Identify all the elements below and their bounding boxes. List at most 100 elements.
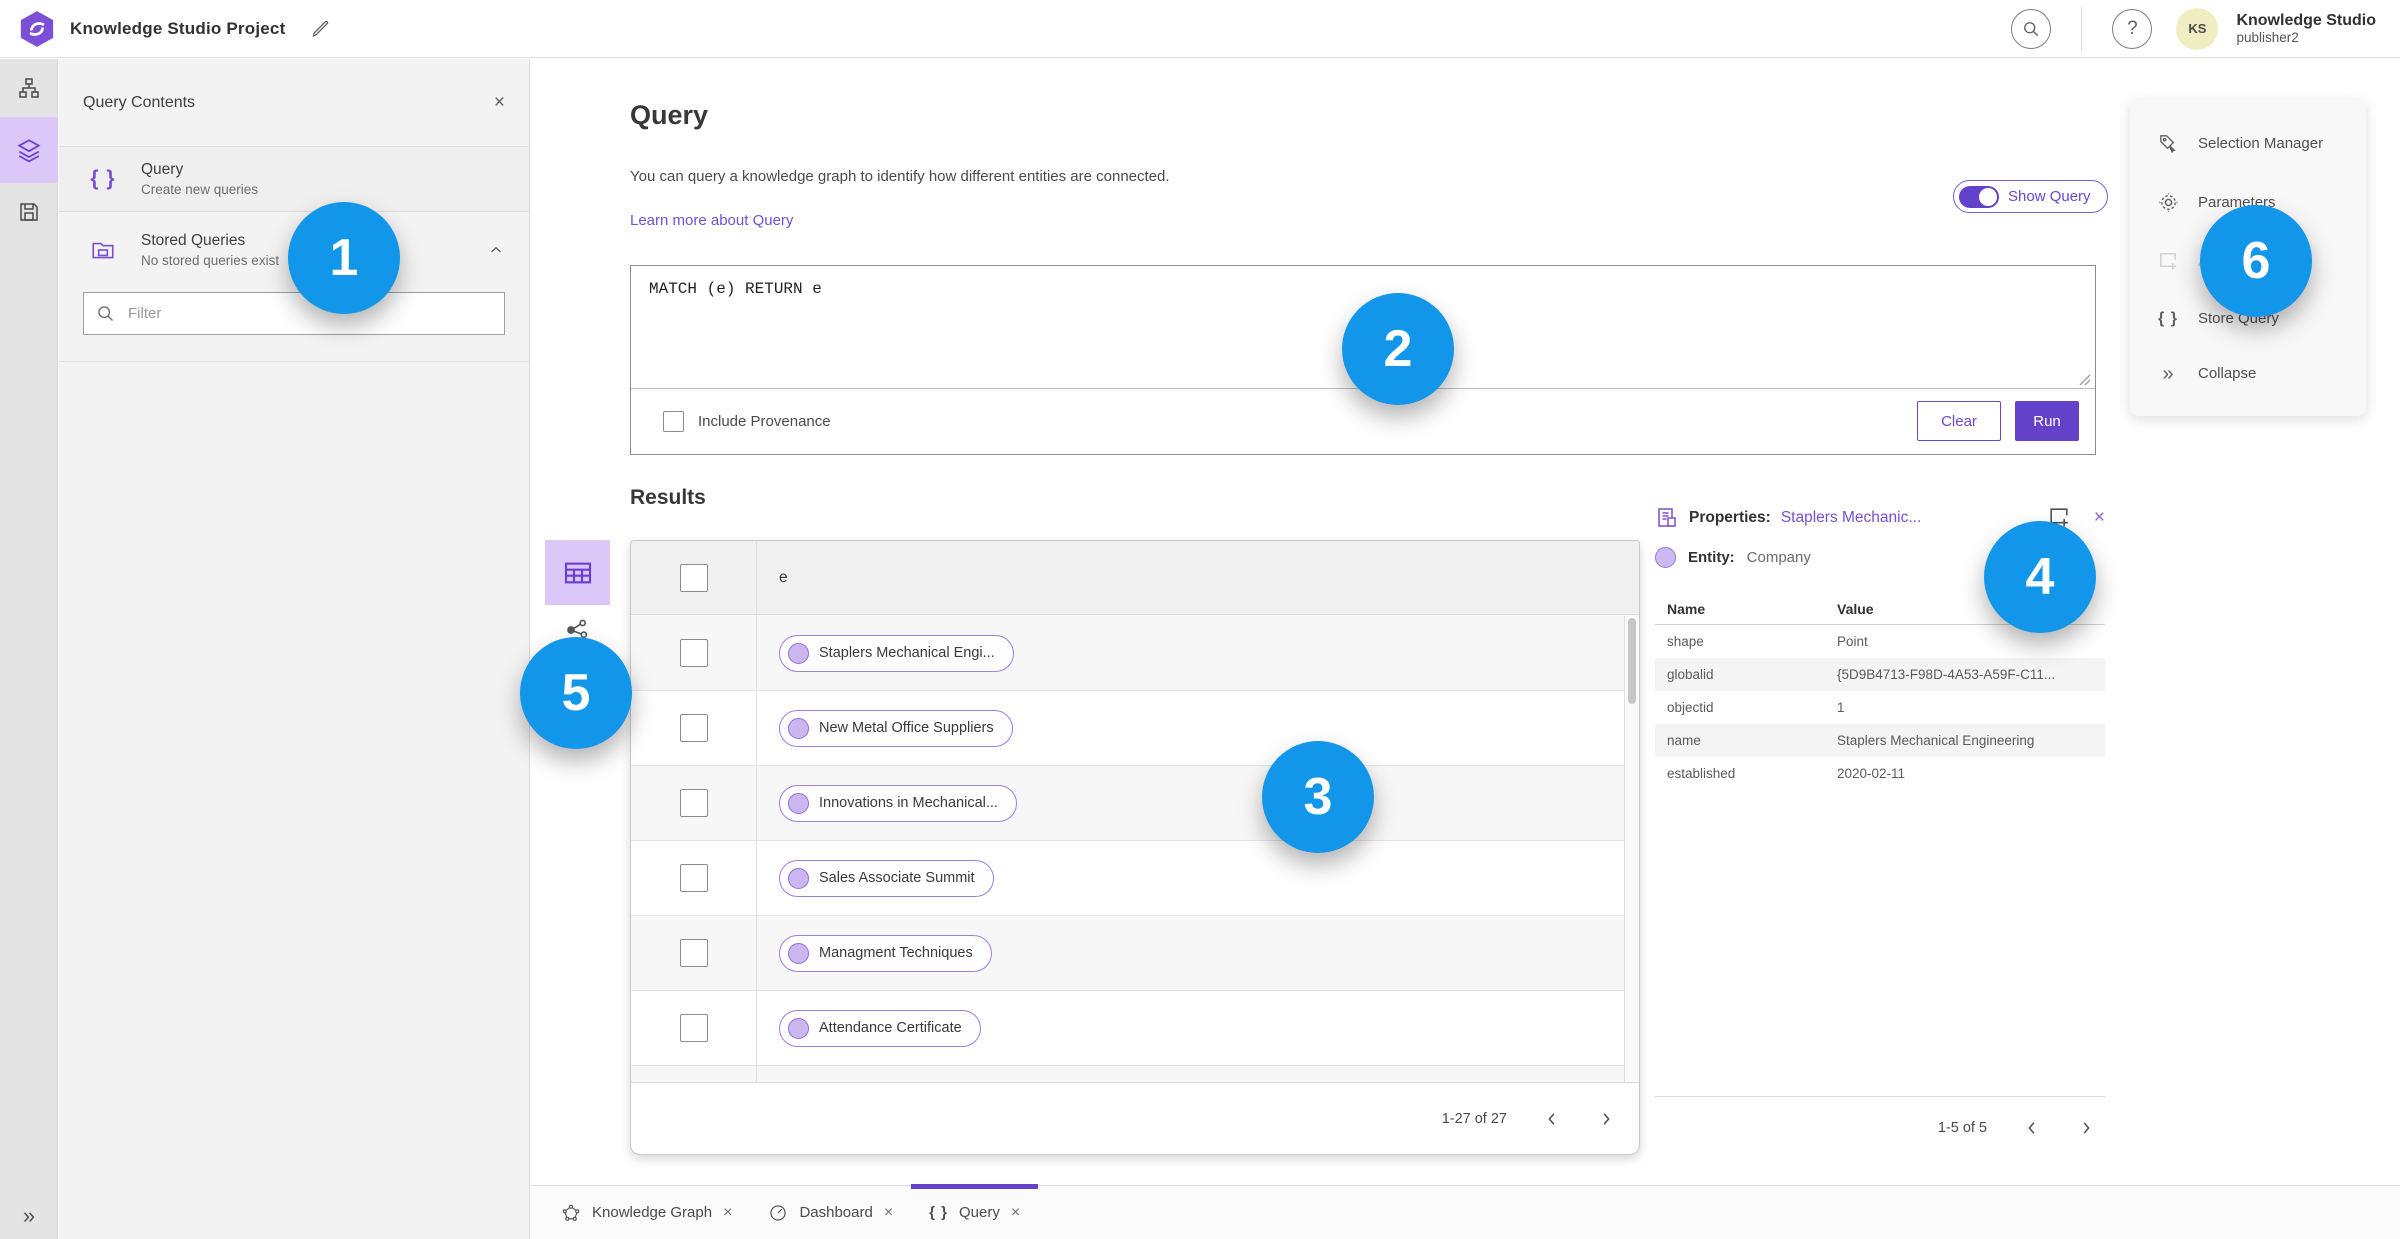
stored-queries-title: Stored Queries — [141, 232, 246, 249]
properties-close-icon[interactable]: × — [2094, 507, 2105, 529]
stored-queries-folder-icon — [92, 242, 114, 259]
entity-icon — [788, 1017, 809, 1039]
avatar-initials: KS — [2188, 21, 2207, 36]
property-row: objectid 1 — [1667, 700, 1845, 715]
layers-icon — [17, 139, 41, 163]
callout-number: 6 — [2241, 232, 2271, 290]
rail-save-button[interactable] — [0, 183, 58, 241]
row-checkbox[interactable] — [679, 639, 708, 667]
row-checkbox[interactable] — [679, 1014, 708, 1042]
table-row: Attendance Certificate — [631, 991, 1624, 1066]
entity-pill[interactable]: Innovations in Mechanical... — [779, 784, 1017, 822]
properties-pagination: 1-5 of 5 — [1655, 1096, 2105, 1137]
collapse-button[interactable]: » Collapse — [2130, 364, 2366, 384]
entity-pill[interactable]: Sales Associate Summit — [779, 859, 994, 897]
table-row: Sales Associate Summit — [631, 841, 1624, 916]
callout-2: 2 — [1342, 293, 1454, 405]
selection-manager-label: Selection Manager — [2198, 135, 2324, 153]
include-provenance-label: Include Provenance — [698, 412, 831, 430]
column-header-e: e — [756, 541, 1639, 614]
panel-title: Query Contents — [83, 93, 196, 111]
collapse-icon: » — [2162, 362, 2174, 385]
toggle-track — [1959, 185, 1999, 208]
account-user: publisher2 — [2236, 30, 2299, 45]
braces-icon: { } — [90, 167, 116, 190]
page-title: Query — [630, 100, 709, 130]
toggle-knob — [1979, 187, 1997, 206]
table-view-button[interactable] — [545, 540, 610, 605]
results-table-header: e — [631, 541, 1639, 615]
help-button[interactable]: ? — [2112, 8, 2153, 49]
close-tab-icon[interactable]: × — [1011, 1204, 1020, 1222]
tab-dashboard[interactable]: Dashboard × — [750, 1186, 911, 1239]
row-checkbox[interactable] — [679, 864, 708, 892]
learn-more-link[interactable]: Learn more about Query — [630, 212, 793, 229]
filter-input[interactable] — [83, 292, 505, 335]
rail-contents-button[interactable] — [0, 117, 58, 183]
top-bar-divider — [2081, 6, 2083, 51]
selection-manager-button[interactable]: Selection Manager — [2130, 132, 2366, 155]
entity-label: Entity: — [1688, 549, 1735, 566]
close-tab-icon[interactable]: × — [884, 1204, 893, 1222]
row-checkbox[interactable] — [679, 789, 708, 817]
select-all-checkbox[interactable] — [679, 563, 708, 592]
entity-pill[interactable]: Managment Techniques — [779, 934, 992, 972]
app-logo-icon — [20, 10, 54, 47]
entity-pill[interactable]: Staplers Mechanical Engi... — [779, 634, 1014, 672]
left-rail: » — [0, 59, 58, 1239]
account-info[interactable]: Knowledge Studio publisher2 — [2236, 11, 2386, 46]
close-tab-icon[interactable]: × — [723, 1204, 732, 1222]
row-checkbox[interactable] — [679, 714, 708, 742]
table-icon — [564, 562, 591, 583]
entity-icon — [788, 792, 809, 814]
tab-label: Dashboard — [799, 1204, 873, 1221]
scrollbar-thumb[interactable] — [1628, 618, 1636, 704]
query-controls: Include Provenance Clear Run — [631, 388, 2095, 454]
braces-icon: { } — [2158, 309, 2178, 327]
properties-next-page-button[interactable] — [2077, 1119, 2095, 1137]
entity-pill[interactable]: Attendance Certificate — [779, 1009, 981, 1047]
sidebar-item-query[interactable]: { } Query Create new queries — [59, 147, 529, 212]
save-icon — [20, 203, 38, 221]
properties-prev-page-button[interactable] — [2023, 1119, 2041, 1137]
properties-entity-link[interactable]: Staplers Mechanic... — [1781, 509, 1921, 527]
properties-doc-icon — [1658, 507, 1676, 527]
results-next-page-button[interactable] — [1597, 1110, 1615, 1128]
results-prev-page-button[interactable] — [1543, 1110, 1561, 1128]
tab-knowledge-graph[interactable]: Knowledge Graph × — [543, 1186, 750, 1239]
results-scrollbar[interactable] — [1624, 616, 1639, 1084]
row-checkbox[interactable] — [679, 939, 708, 967]
chevron-up-icon — [491, 246, 501, 253]
braces-icon: { } — [929, 1204, 949, 1221]
show-query-toggle[interactable]: Show Query — [1953, 180, 2108, 213]
selection-manager-icon — [2159, 135, 2176, 154]
panel-close-icon[interactable]: × — [494, 92, 505, 114]
tab-query[interactable]: { } Query × — [911, 1183, 1039, 1239]
collapse-section-button[interactable] — [487, 241, 505, 259]
results-table-body: Staplers Mechanical Engi... New Metal Of… — [631, 616, 1624, 1084]
top-bar: Knowledge Studio Project ? KS Knowledge … — [0, 0, 2400, 58]
results-pagination: 1-27 of 27 — [631, 1082, 1639, 1154]
entity-value: Company — [1746, 549, 1811, 566]
edit-title-icon[interactable] — [309, 18, 331, 40]
run-button[interactable]: Run — [2015, 401, 2079, 441]
collapse-label: Collapse — [2198, 365, 2257, 383]
tab-label: Query — [959, 1204, 1000, 1221]
rail-data-model-button[interactable] — [0, 59, 58, 117]
hierarchy-icon — [19, 78, 39, 98]
bottom-tab-bar: Knowledge Graph × Dashboard × { } Query … — [531, 1183, 2400, 1239]
filter-section — [59, 282, 529, 362]
property-row: name Staplers Mechanical Engineering — [1655, 724, 2105, 757]
resize-grip[interactable] — [2077, 372, 2091, 386]
chevron-left-icon — [1548, 1112, 1555, 1125]
properties-label: Properties: — [1689, 508, 1771, 526]
avatar[interactable]: KS — [2176, 7, 2219, 50]
search-button[interactable] — [2011, 8, 2052, 49]
expand-rail-button[interactable]: » — [0, 1203, 58, 1229]
clear-button[interactable]: Clear — [1917, 401, 2001, 441]
include-provenance-checkbox[interactable] — [663, 410, 684, 432]
callout-number: 4 — [2025, 548, 2055, 606]
chevron-right-icon — [2083, 1122, 2090, 1134]
property-row: globalid {5D9B4713-F98D-4A53-A59F-C11... — [1655, 658, 2105, 691]
entity-pill[interactable]: New Metal Office Suppliers — [779, 709, 1013, 747]
